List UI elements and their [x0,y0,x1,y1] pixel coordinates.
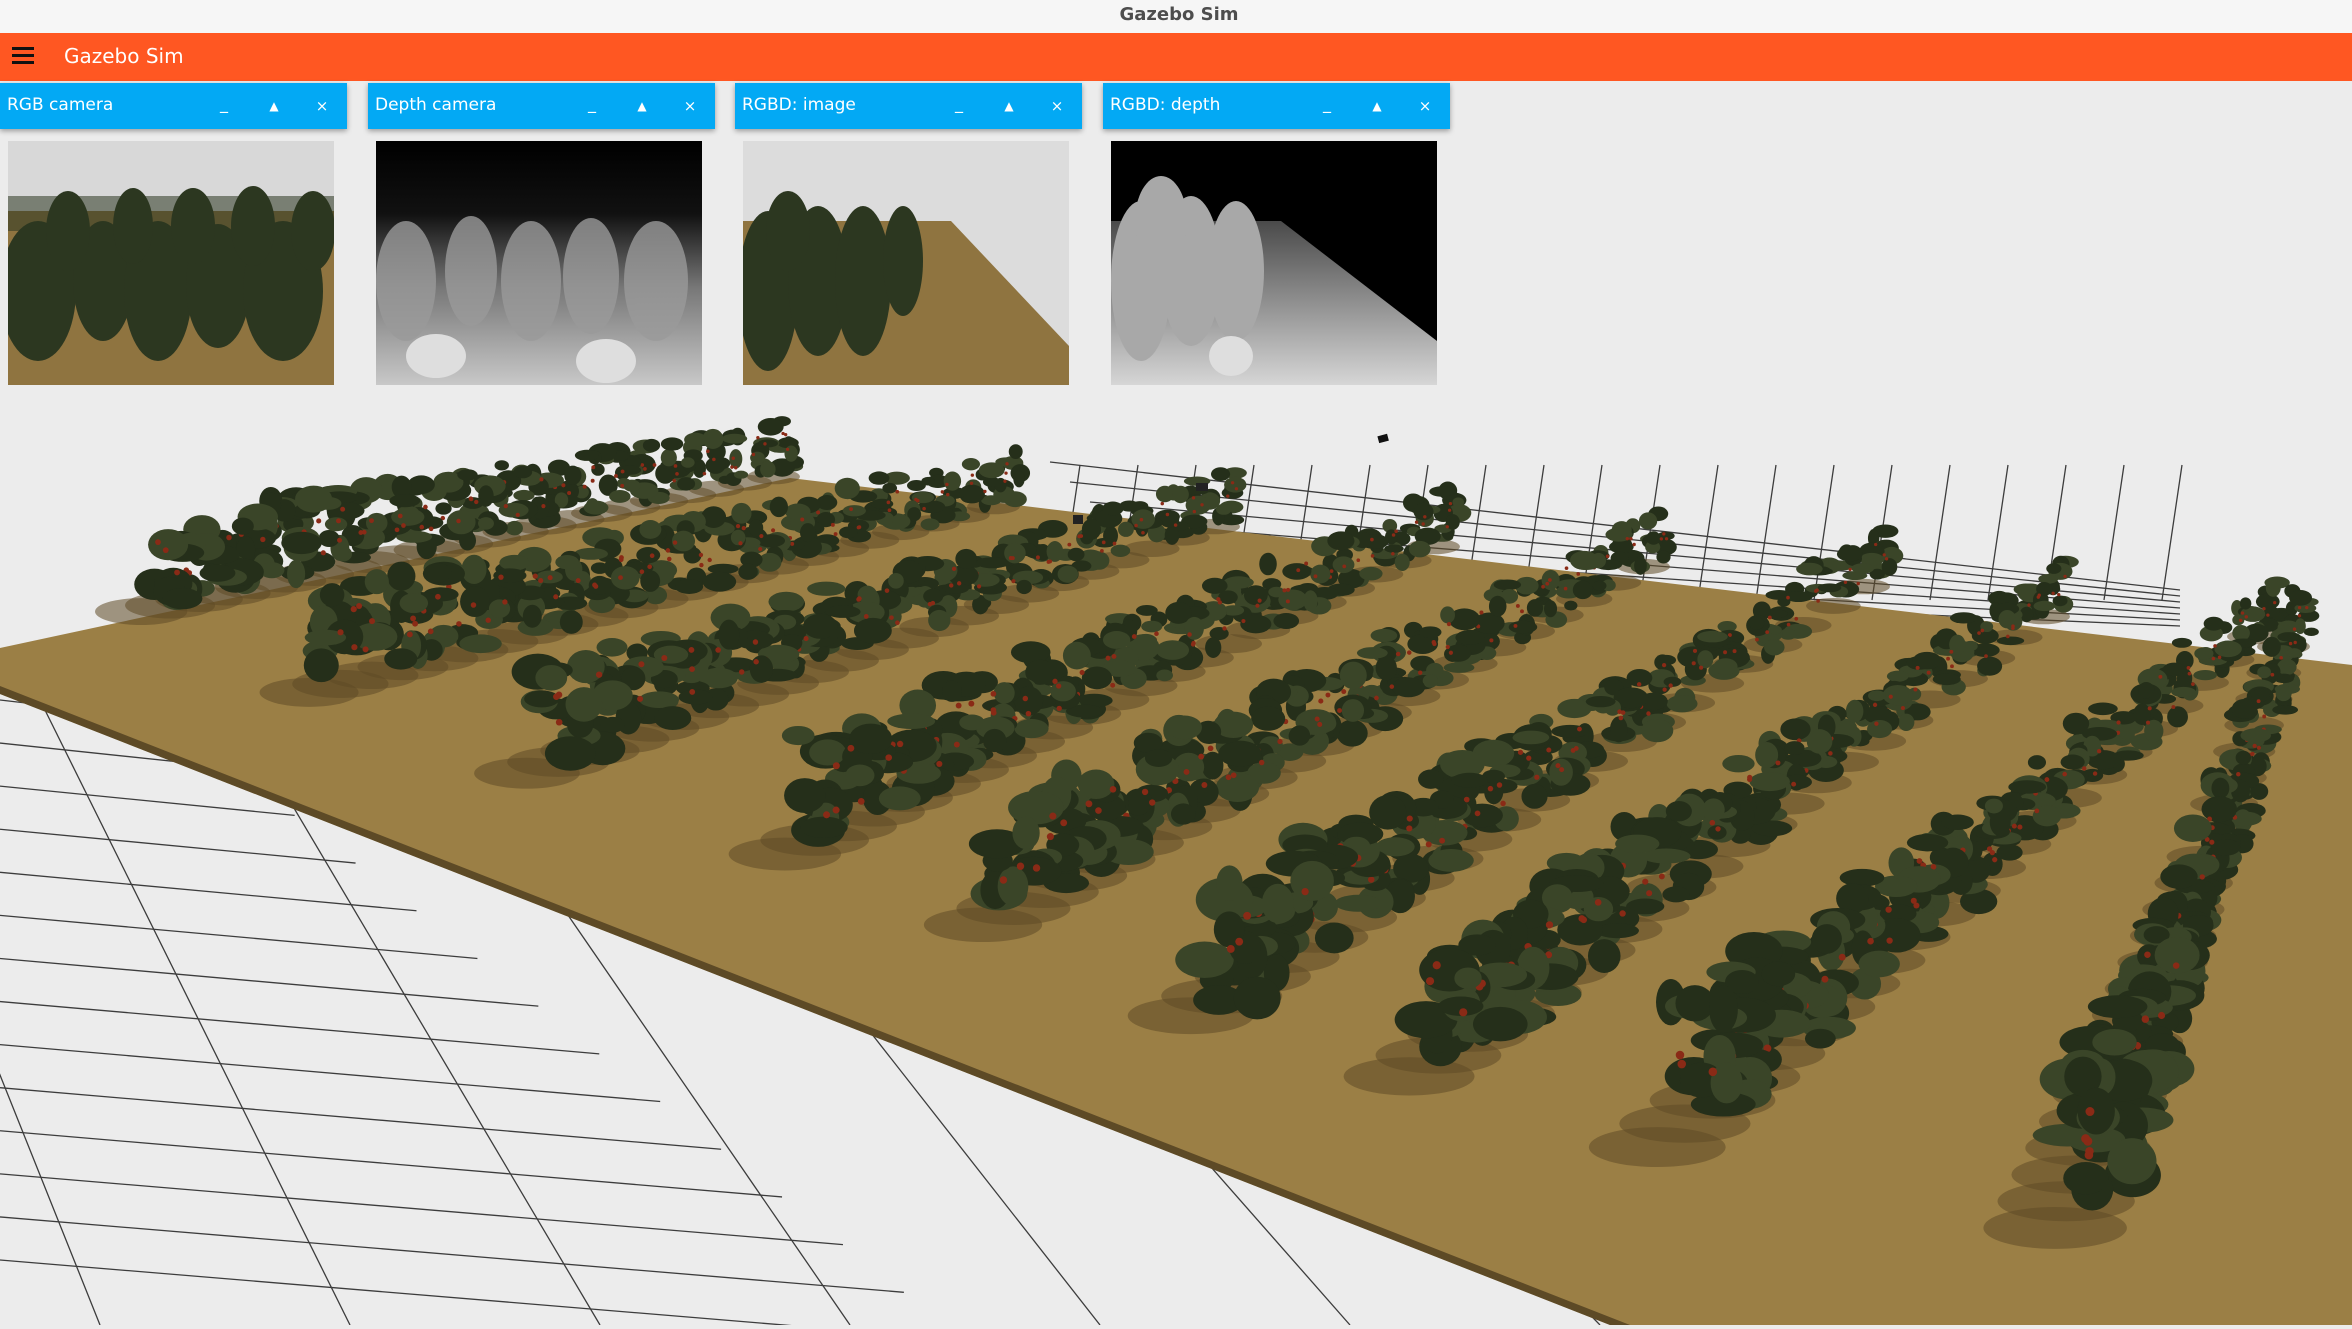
scene-object [1196,483,1208,491]
plugin-header[interactable]: RGBD: image _ ▲ × [735,83,1082,129]
plugin-depth-camera: Depth camera _ ▲ × [368,83,715,385]
plugin-rgbd-image: RGBD: image _ ▲ × [735,83,1082,385]
plugin-header[interactable]: RGB camera _ ▲ × [0,83,347,129]
rgbd-depth-image [1111,141,1437,385]
plugin-title: RGBD: depth [1110,95,1221,115]
scene-object [1073,515,1083,524]
depth-image [376,141,702,385]
plugin-title: Depth camera [375,95,497,115]
window-titlebar: Gazebo Sim [0,0,2352,34]
app-title: Gazebo Sim [64,44,184,68]
plant-shadow [923,907,1043,943]
close-button[interactable]: × [1412,93,1438,119]
close-button[interactable]: × [309,93,335,119]
plant-shadow [1343,1057,1475,1096]
app-header-bar: Gazebo Sim [0,33,2352,81]
plugin-rgb-camera: RGB camera _ ▲ × [0,83,347,385]
plant-shadow [1983,1207,2127,1249]
plugin-header[interactable]: Depth camera _ ▲ × [368,83,715,129]
plant-shadow [1588,1127,1726,1168]
minimize-button[interactable]: _ [211,93,237,119]
plugin-title: RGB camera [7,95,114,115]
plant-shadow [1806,597,1861,614]
plugin-title: RGBD: image [742,95,856,115]
collapse-button[interactable]: ▲ [996,93,1022,119]
collapse-button[interactable]: ▲ [1364,93,1390,119]
minimize-button[interactable]: _ [946,93,972,119]
window-title: Gazebo Sim [1119,4,1239,25]
collapse-button[interactable]: ▲ [261,93,287,119]
collapse-button[interactable]: ▲ [629,93,655,119]
camera-image [8,141,334,385]
minimize-button[interactable]: _ [1314,93,1340,119]
close-button[interactable]: × [1044,93,1070,119]
plant-shadow [259,677,359,707]
hamburger-menu-icon[interactable] [12,47,34,67]
plugin-header[interactable]: RGBD: depth _ ▲ × [1103,83,1450,129]
rgbd-color-image [743,141,1069,385]
minimize-button[interactable]: _ [579,93,605,119]
close-button[interactable]: × [677,93,703,119]
plugin-rgbd-depth: RGBD: depth _ ▲ × [1103,83,1450,385]
